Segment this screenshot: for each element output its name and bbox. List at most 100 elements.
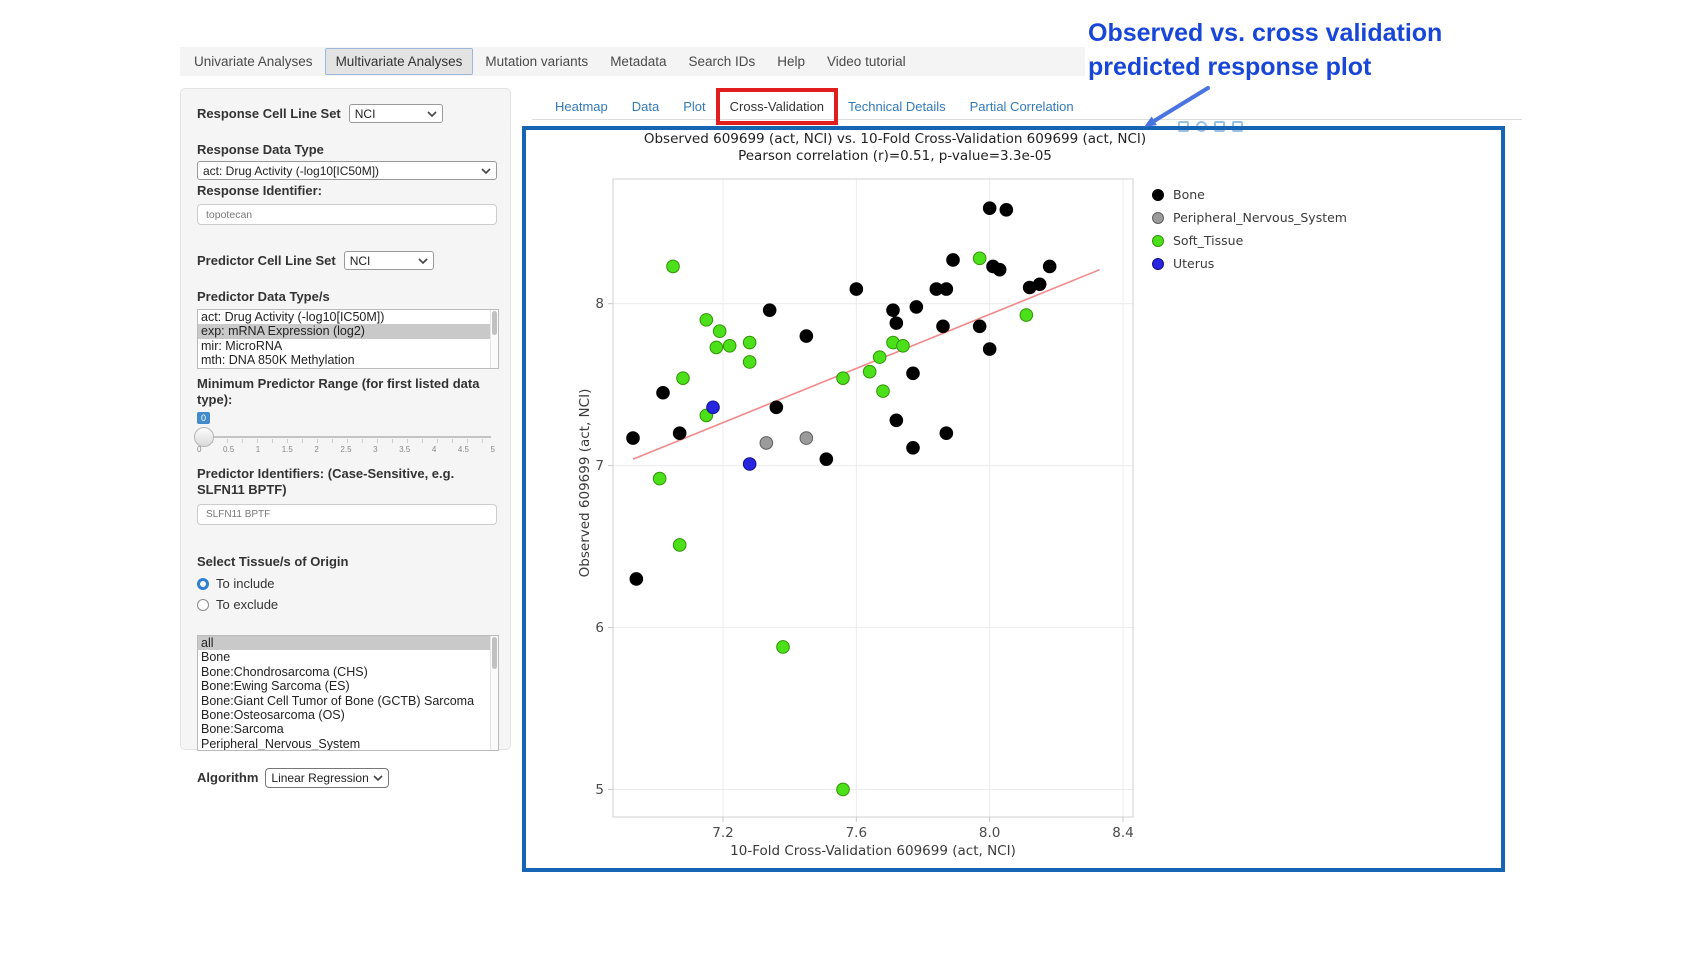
point-soft-tissue[interactable] bbox=[700, 314, 713, 327]
point-bone[interactable] bbox=[800, 330, 813, 343]
point-soft-tissue[interactable] bbox=[677, 372, 690, 385]
point-uterus[interactable] bbox=[743, 458, 756, 471]
tissue-option-peripheral-nervous-system[interactable]: Peripheral_Nervous_System bbox=[198, 737, 498, 751]
radio-to-include[interactable]: To include bbox=[197, 576, 494, 591]
point-bone[interactable] bbox=[940, 283, 953, 296]
point-soft-tissue[interactable] bbox=[667, 260, 680, 273]
slider-track[interactable] bbox=[197, 436, 491, 438]
point-peripheral-nervous-system[interactable] bbox=[800, 432, 813, 445]
point-soft-tissue[interactable] bbox=[710, 341, 723, 354]
point-uterus[interactable] bbox=[707, 401, 720, 414]
tab-cross-validation[interactable]: Cross-Validation bbox=[718, 92, 836, 121]
legend-entry-uterus[interactable]: Uterus bbox=[1152, 252, 1347, 275]
tissue-origin-listbox[interactable]: allBoneBone:Chondrosarcoma (CHS)Bone:Ewi… bbox=[197, 635, 499, 751]
predictor-data-types-listbox[interactable]: act: Drug Activity (-log10[IC50M])exp: m… bbox=[197, 309, 499, 369]
scrollbar-thumb[interactable] bbox=[492, 637, 497, 669]
point-bone[interactable] bbox=[673, 427, 686, 440]
predictor-data-type-option-mth-dna-850k-methylation[interactable]: mth: DNA 850K Methylation bbox=[198, 353, 498, 367]
point-bone[interactable] bbox=[850, 283, 863, 296]
legend-label: Peripheral_Nervous_System bbox=[1173, 210, 1347, 225]
point-bone[interactable] bbox=[993, 263, 1006, 276]
nav-tab-mutation-variants[interactable]: Mutation variants bbox=[475, 49, 598, 74]
nav-tab-univariate-analyses[interactable]: Univariate Analyses bbox=[184, 49, 323, 74]
point-soft-tissue[interactable] bbox=[777, 641, 790, 654]
point-soft-tissue[interactable] bbox=[973, 252, 986, 265]
legend-entry-peripheral-nervous-system[interactable]: Peripheral_Nervous_System bbox=[1152, 206, 1347, 229]
tab-technical-details[interactable]: Technical Details bbox=[836, 92, 958, 121]
tissue-option-bone[interactable]: Bone bbox=[198, 650, 498, 664]
point-soft-tissue[interactable] bbox=[863, 365, 876, 378]
point-bone[interactable] bbox=[820, 453, 833, 466]
response-cell-line-set-select[interactable]: NCI bbox=[349, 104, 443, 123]
point-bone[interactable] bbox=[907, 367, 920, 380]
point-bone[interactable] bbox=[627, 432, 640, 445]
point-bone[interactable] bbox=[1000, 203, 1013, 216]
tab-heatmap[interactable]: Heatmap bbox=[543, 92, 620, 121]
point-soft-tissue[interactable] bbox=[1020, 309, 1033, 322]
point-bone[interactable] bbox=[1033, 278, 1046, 291]
legend-entry-soft-tissue[interactable]: Soft_Tissue bbox=[1152, 229, 1347, 252]
point-soft-tissue[interactable] bbox=[877, 385, 890, 398]
point-bone[interactable] bbox=[947, 254, 960, 267]
point-soft-tissue[interactable] bbox=[897, 339, 910, 352]
point-bone[interactable] bbox=[910, 301, 923, 314]
point-bone[interactable] bbox=[1043, 260, 1056, 273]
point-bone[interactable] bbox=[630, 573, 643, 586]
algorithm-select[interactable]: Linear Regression bbox=[265, 768, 389, 788]
predictor-data-type-option-exp-mrna-expression-log2[interactable]: exp: mRNA Expression (log2) bbox=[198, 324, 498, 338]
point-bone[interactable] bbox=[940, 427, 953, 440]
point-peripheral-nervous-system[interactable] bbox=[760, 437, 773, 450]
tissue-option-all[interactable]: all bbox=[198, 636, 498, 650]
slider-tick-label: 4 bbox=[432, 445, 436, 454]
point-bone[interactable] bbox=[983, 343, 996, 356]
y-tick-label: 6 bbox=[595, 620, 604, 636]
point-bone[interactable] bbox=[657, 386, 670, 399]
scrollbar-thumb[interactable] bbox=[492, 311, 497, 335]
point-bone[interactable] bbox=[983, 202, 996, 215]
point-soft-tissue[interactable] bbox=[673, 539, 686, 552]
radio-to-exclude[interactable]: To exclude bbox=[197, 597, 494, 612]
tissue-option-bone-sarcoma[interactable]: Bone:Sarcoma bbox=[198, 722, 498, 736]
tab-plot[interactable]: Plot bbox=[671, 92, 717, 121]
point-soft-tissue[interactable] bbox=[873, 351, 886, 364]
predictor-data-type-option-mir-microrna[interactable]: mir: MicroRNA bbox=[198, 339, 498, 353]
tissue-option-bone-giant-cell-tumor-of-bone-gctb-sarcoma[interactable]: Bone:Giant Cell Tumor of Bone (GCTB) Sar… bbox=[198, 694, 498, 708]
point-soft-tissue[interactable] bbox=[743, 336, 756, 349]
min-predictor-range-slider[interactable]: 0 00.511.522.533.544.55 bbox=[197, 412, 495, 458]
point-bone[interactable] bbox=[763, 304, 776, 317]
predictor-identifiers-input[interactable]: SLFN11 BPTF bbox=[197, 504, 497, 525]
chevron-down-icon bbox=[418, 258, 428, 264]
point-soft-tissue[interactable] bbox=[713, 325, 726, 338]
predictor-cell-line-set-select[interactable]: NCI bbox=[344, 251, 434, 270]
point-soft-tissue[interactable] bbox=[723, 339, 736, 352]
reset-axes-icon[interactable] bbox=[1232, 121, 1243, 132]
tissue-option-bone-chondrosarcoma-chs[interactable]: Bone:Chondrosarcoma (CHS) bbox=[198, 665, 498, 679]
tab-partial-correlation[interactable]: Partial Correlation bbox=[958, 92, 1086, 121]
nav-tab-video-tutorial[interactable]: Video tutorial bbox=[817, 49, 916, 74]
response-data-type-select[interactable]: act: Drug Activity (-log10[IC50M]) bbox=[197, 161, 497, 180]
response-identifier-input[interactable]: topotecan bbox=[197, 204, 497, 225]
point-bone[interactable] bbox=[890, 317, 903, 330]
point-soft-tissue[interactable] bbox=[653, 472, 666, 485]
point-bone[interactable] bbox=[890, 414, 903, 427]
point-bone[interactable] bbox=[770, 401, 783, 414]
nav-tab-metadata[interactable]: Metadata bbox=[600, 49, 676, 74]
point-soft-tissue[interactable] bbox=[743, 356, 756, 369]
point-soft-tissue[interactable] bbox=[837, 783, 850, 796]
nav-tab-search-ids[interactable]: Search IDs bbox=[678, 49, 765, 74]
point-bone[interactable] bbox=[907, 442, 920, 455]
point-bone[interactable] bbox=[887, 304, 900, 317]
point-bone[interactable] bbox=[973, 320, 986, 333]
nav-tab-help[interactable]: Help bbox=[767, 49, 815, 74]
predictor-data-type-option-act-drug-activity-log10-ic50m[interactable]: act: Drug Activity (-log10[IC50M]) bbox=[198, 310, 498, 324]
slider-handle[interactable] bbox=[194, 427, 214, 447]
point-bone[interactable] bbox=[937, 320, 950, 333]
scrollbar[interactable] bbox=[490, 636, 498, 750]
tissue-option-bone-ewing-sarcoma-es[interactable]: Bone:Ewing Sarcoma (ES) bbox=[198, 679, 498, 693]
tab-data[interactable]: Data bbox=[620, 92, 671, 121]
tissue-option-bone-osteosarcoma-os[interactable]: Bone:Osteosarcoma (OS) bbox=[198, 708, 498, 722]
point-soft-tissue[interactable] bbox=[837, 372, 850, 385]
legend-entry-bone[interactable]: Bone bbox=[1152, 183, 1347, 206]
scrollbar[interactable] bbox=[490, 310, 498, 368]
nav-tab-multivariate-analyses[interactable]: Multivariate Analyses bbox=[325, 48, 474, 75]
